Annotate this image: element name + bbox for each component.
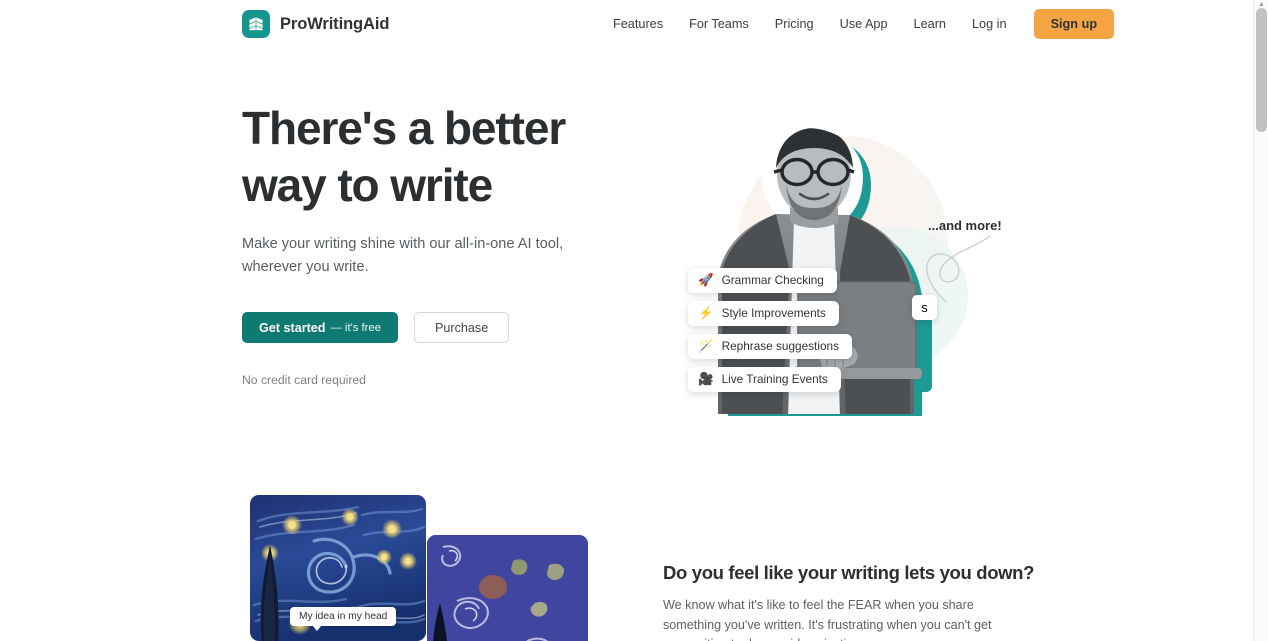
get-started-button[interactable]: Get started — it's free (242, 312, 398, 343)
feature-card-rephrase-suggestions: 🪄 Rephrase suggestions (688, 334, 852, 359)
feature-card-label: Grammar Checking (721, 272, 824, 287)
rocket-icon: 🚀 (698, 273, 714, 288)
and-more-label: ...and more! (928, 218, 1002, 233)
hero-copy: There's a better way to write Make your … (242, 100, 622, 387)
scrollbar-thumb[interactable] (1256, 8, 1267, 132)
hero-title: There's a better way to write (242, 100, 622, 214)
main-navigation: Features For Teams Pricing Use App Learn… (600, 0, 1115, 48)
no-credit-card-note: No credit card required (242, 373, 366, 387)
page-scrollbar[interactable]: ▲ (1253, 0, 1268, 641)
section-two-body: We know what it's like to feel the FEAR … (663, 598, 992, 641)
nav-item-features[interactable]: Features (600, 12, 676, 37)
book-logo-icon (242, 10, 270, 38)
hero-section: There's a better way to write Make your … (0, 48, 1253, 488)
feature-card-grammar-checking: 🚀 Grammar Checking (688, 268, 837, 293)
feature-card-style-improvements: ⚡ Style Improvements (688, 301, 839, 326)
hero-actions: Get started — it's free Purchase (242, 312, 622, 343)
purchase-button[interactable]: Purchase (414, 312, 510, 343)
idea-tooltip: My idea in my head (290, 607, 397, 631)
nav-item-learn[interactable]: Learn (901, 12, 959, 37)
feature-card-live-training-events: 🎥 Live Training Events (688, 367, 841, 392)
feature-card-stack: 🚀 Grammar Checking ⚡ Style Improvements … (688, 268, 852, 392)
brand-name: ProWritingAid (280, 14, 390, 33)
artwork-comparison: My idea in my head (242, 495, 592, 641)
sparkles-icon: s (921, 300, 928, 315)
hero-subtitle: Make your writing shine with our all-in-… (242, 236, 564, 275)
hero-illustration: 🚀 Grammar Checking ⚡ Style Improvements … (660, 108, 1020, 438)
landing-page: ProWritingAid Features For Teams Pricing… (0, 0, 1268, 641)
sparkles-icon-card: s (912, 295, 937, 320)
writing-lets-you-down-section: My idea in my head Do you feel like your… (0, 470, 1253, 641)
site-header: ProWritingAid Features For Teams Pricing… (0, 0, 1253, 48)
get-started-free-note: — it's free (330, 321, 382, 334)
video-camera-icon: 🎥 (698, 372, 714, 387)
simplified-painting (427, 535, 588, 641)
feature-card-label: Rephrase suggestions (721, 338, 839, 353)
sign-up-button[interactable]: Sign up (1033, 8, 1115, 40)
feature-card-label: Live Training Events (721, 371, 828, 386)
scroll-up-arrow-icon[interactable]: ▲ (1254, 0, 1268, 8)
nav-item-for-teams[interactable]: For Teams (676, 12, 762, 37)
section-two-copy: Do you feel like your writing lets you d… (663, 560, 1035, 641)
nav-item-use-app[interactable]: Use App (827, 12, 901, 37)
section-two-title: Do you feel like your writing lets you d… (663, 562, 1035, 583)
nav-item-pricing[interactable]: Pricing (762, 12, 827, 37)
hero-title-line-1: There's a better (242, 102, 566, 154)
hero-title-line-2: way to write (242, 159, 493, 211)
feature-card-label: Style Improvements (721, 305, 826, 320)
nav-item-log-in[interactable]: Log in (959, 12, 1020, 37)
brand-logo-link[interactable]: ProWritingAid (242, 10, 389, 38)
lightning-icon: ⚡ (698, 306, 714, 321)
get-started-label: Get started (259, 320, 326, 335)
magic-wand-icon: 🪄 (698, 339, 714, 354)
